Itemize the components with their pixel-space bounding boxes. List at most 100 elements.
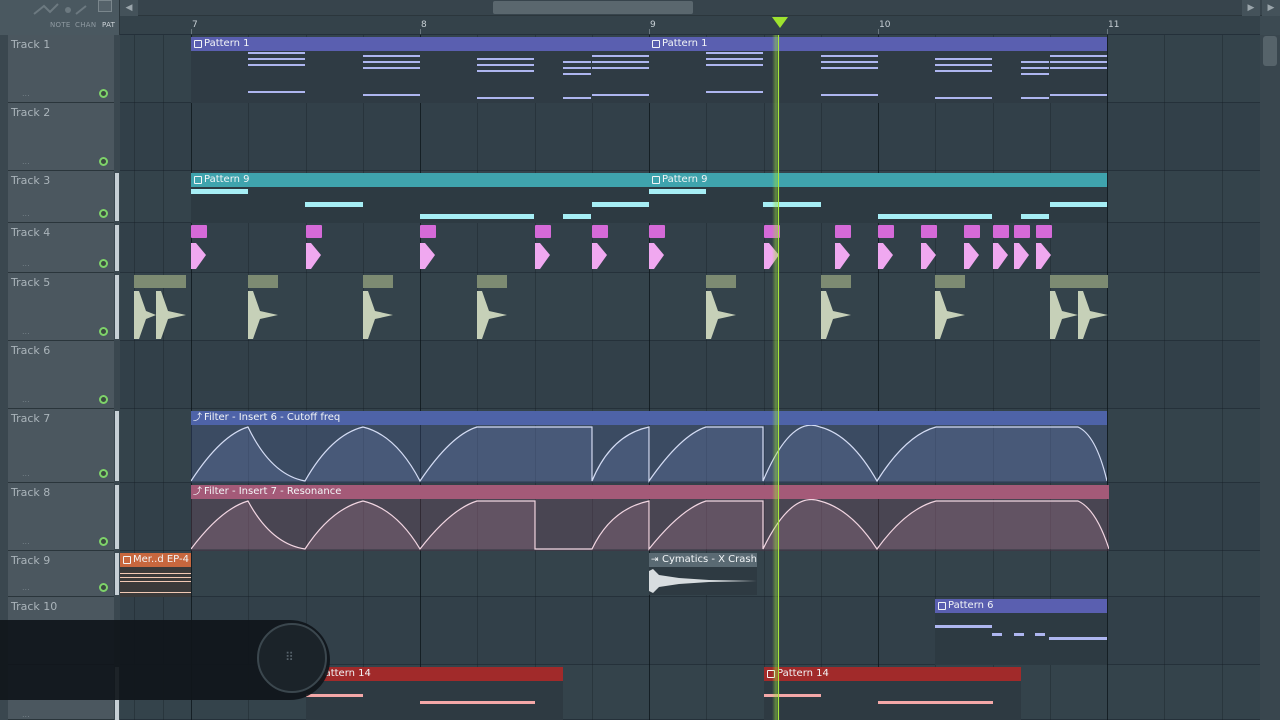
lane-6[interactable] bbox=[120, 341, 1260, 409]
track-name: Track 8 bbox=[11, 486, 51, 499]
track-enable-icon[interactable] bbox=[99, 259, 108, 268]
pattern-14-clip-b[interactable]: Pattern 14 bbox=[764, 667, 1021, 720]
track-header-3[interactable]: Track 3 ... bbox=[8, 171, 114, 223]
scroll-left-icon[interactable]: ◀ bbox=[120, 0, 138, 16]
track-header-4[interactable]: Track 4 ... bbox=[8, 223, 114, 273]
track-menu-icon[interactable]: ... bbox=[22, 89, 30, 98]
track-selector-5[interactable] bbox=[115, 275, 119, 339]
track-header-1[interactable]: Track 1 ... bbox=[8, 35, 114, 103]
vertical-scrollbar[interactable] bbox=[1260, 35, 1280, 720]
track-menu-icon[interactable]: ... bbox=[22, 537, 30, 546]
track-enable-icon[interactable] bbox=[99, 89, 108, 98]
track-selector-8[interactable] bbox=[115, 485, 119, 549]
track-4-audio-clips[interactable] bbox=[120, 223, 1260, 273]
clip-header[interactable]: Pattern 9 bbox=[649, 173, 1107, 187]
automation-resonance-clip[interactable]: ⤴ Filter - Insert 7 - Resonance bbox=[191, 485, 1109, 551]
clip-header[interactable]: Pattern 1 bbox=[191, 37, 649, 51]
clip-header[interactable]: Pattern 14 bbox=[306, 667, 563, 681]
automation-cutoff-clip[interactable]: ⤴ Filter - Insert 6 - Cutoff freq bbox=[191, 411, 1107, 483]
track-enable-icon[interactable] bbox=[99, 583, 108, 592]
track-selector-4[interactable] bbox=[115, 225, 119, 271]
track-selector-7[interactable] bbox=[115, 411, 119, 481]
track-selector-3[interactable] bbox=[115, 173, 119, 221]
track-header-6[interactable]: Track 6 ... bbox=[8, 341, 114, 409]
track-name: Track 9 bbox=[11, 554, 51, 567]
pat-label[interactable]: PAT bbox=[102, 21, 115, 29]
track-name: Track 10 bbox=[11, 600, 58, 613]
pattern-14-clip[interactable]: Pattern 14 bbox=[306, 667, 563, 720]
track-enable-icon[interactable] bbox=[99, 537, 108, 546]
clip-label: Cymatics - X Crash 4 bbox=[662, 554, 757, 565]
clip-header[interactable]: Pattern 14 bbox=[764, 667, 1021, 681]
audio-waveform bbox=[649, 569, 757, 593]
track-enable-icon[interactable] bbox=[99, 327, 108, 336]
track-header-8[interactable]: Track 8 ... bbox=[8, 483, 114, 551]
clip-label: Filter - Insert 6 - Cutoff freq bbox=[204, 412, 341, 423]
ruler-bar-7: 7 bbox=[192, 20, 198, 30]
pattern-9-clip[interactable]: Pattern 9 bbox=[191, 173, 649, 223]
clip-label: Pattern 6 bbox=[948, 600, 994, 611]
clip-label: Filter - Insert 7 - Resonance bbox=[204, 486, 342, 497]
scroll-right-icon[interactable]: ▶ bbox=[1242, 0, 1260, 16]
grid-dots-icon[interactable]: ⠿ bbox=[285, 650, 294, 664]
merd-ep-clip[interactable]: Mer..d EP-4 bbox=[120, 553, 191, 597]
ruler-bar-8: 8 bbox=[421, 20, 427, 30]
ruler-bar-10: 10 bbox=[879, 20, 891, 30]
track-enable-icon[interactable] bbox=[99, 395, 108, 404]
pattern-6-clip[interactable]: Pattern 6 bbox=[935, 599, 1107, 665]
pattern-1-clip[interactable]: Pattern 1 bbox=[191, 37, 649, 103]
timeline-ruler[interactable]: 7 8 9 10 11 bbox=[120, 16, 1260, 35]
track-menu-icon[interactable]: ... bbox=[22, 583, 30, 592]
pattern-icon[interactable] bbox=[98, 0, 112, 12]
clip-header[interactable]: Mer..d EP-4 bbox=[120, 553, 191, 567]
track-menu-icon[interactable]: ... bbox=[22, 327, 30, 336]
clip-notes bbox=[649, 51, 1107, 103]
track-menu-icon[interactable]: ... bbox=[22, 395, 30, 404]
pattern-9-clip-b[interactable]: Pattern 9 bbox=[649, 173, 1107, 223]
track-name: Track 3 bbox=[11, 174, 51, 187]
track-header-7[interactable]: Track 7 ... bbox=[8, 409, 114, 483]
clip-header[interactable]: ⤴ Filter - Insert 7 - Resonance bbox=[191, 485, 1109, 499]
playhead-line[interactable] bbox=[778, 35, 779, 720]
track-enable-icon[interactable] bbox=[99, 469, 108, 478]
chan-label[interactable]: CHAN bbox=[75, 21, 96, 29]
track-menu-icon[interactable]: ... bbox=[22, 469, 30, 478]
cymatics-crash-clip[interactable]: ⇥ Cymatics - X Crash 4 bbox=[649, 553, 757, 595]
horizontal-scrollbar[interactable]: ◀ ▶ ▶ bbox=[120, 0, 1280, 16]
note-label[interactable]: NOTE bbox=[50, 21, 71, 29]
track-header-9[interactable]: Track 9 ... bbox=[8, 551, 114, 597]
clip-label: Pattern 9 bbox=[204, 174, 250, 185]
automation-curve[interactable] bbox=[191, 499, 1109, 551]
automation-icon: ⤴ bbox=[193, 487, 203, 497]
playhead-marker-icon[interactable] bbox=[772, 17, 788, 28]
lane-2[interactable] bbox=[120, 103, 1260, 171]
track-enable-icon[interactable] bbox=[99, 209, 108, 218]
clip-header[interactable]: ⇥ Cymatics - X Crash 4 bbox=[649, 553, 757, 567]
scroll-end-icon[interactable]: ▶ bbox=[1262, 0, 1280, 16]
pattern-icon bbox=[652, 40, 660, 48]
playlist-grid[interactable]: Pattern 1 Pattern 1 Pattern 9 Pattern 9 … bbox=[120, 35, 1260, 720]
vertical-scroll-thumb[interactable] bbox=[1263, 36, 1277, 66]
track-name: Track 4 bbox=[11, 226, 51, 239]
clip-header[interactable]: ⤴ Filter - Insert 6 - Cutoff freq bbox=[191, 411, 1107, 425]
pattern-1-clip-b[interactable]: Pattern 1 bbox=[649, 37, 1107, 103]
track-enable-icon[interactable] bbox=[99, 157, 108, 166]
clip-label: Pattern 14 bbox=[777, 668, 829, 679]
track-menu-icon[interactable]: ... bbox=[22, 209, 30, 218]
horizontal-scroll-thumb[interactable] bbox=[493, 1, 693, 14]
track-5-audio-clips[interactable] bbox=[120, 273, 1260, 341]
clip-header[interactable]: Pattern 9 bbox=[191, 173, 649, 187]
track-menu-icon[interactable]: ... bbox=[22, 157, 30, 166]
track-menu-icon[interactable]: ... bbox=[22, 259, 30, 268]
track-header-2[interactable]: Track 2 ... bbox=[8, 103, 114, 171]
track-header-5[interactable]: Track 5 ... bbox=[8, 273, 114, 341]
clip-label: Pattern 1 bbox=[204, 38, 250, 49]
clip-notes bbox=[191, 51, 649, 103]
automation-curve[interactable] bbox=[191, 425, 1107, 483]
track-name: Track 7 bbox=[11, 412, 51, 425]
track-selector-9[interactable] bbox=[115, 553, 119, 595]
clip-header[interactable]: Pattern 6 bbox=[935, 599, 1107, 613]
clip-header[interactable]: Pattern 1 bbox=[649, 37, 1107, 51]
tool-icons[interactable] bbox=[30, 2, 90, 18]
track-menu-icon[interactable]: ... bbox=[22, 710, 30, 719]
